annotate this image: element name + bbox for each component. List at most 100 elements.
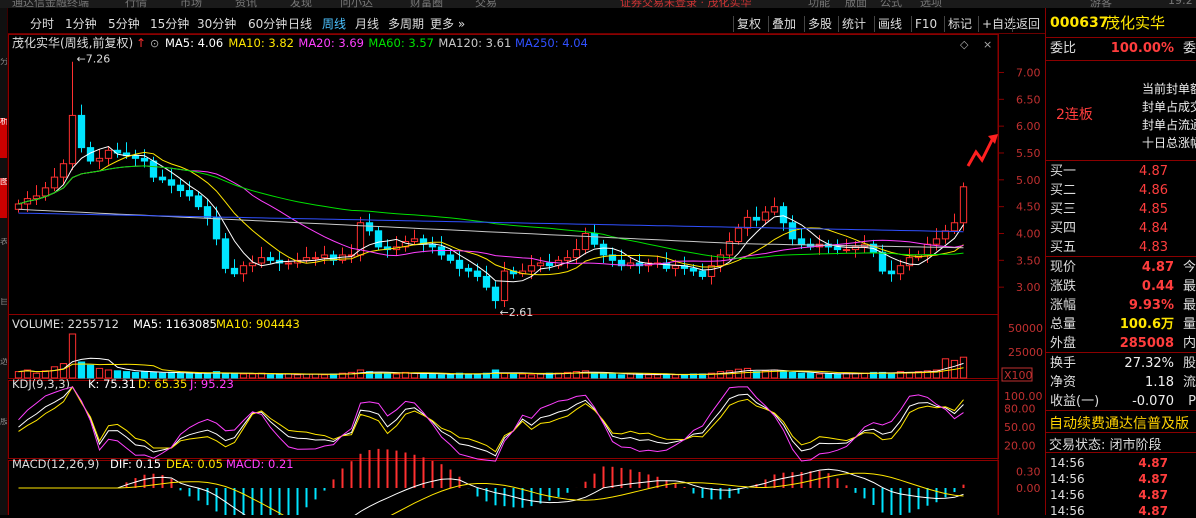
volume-bar [491,369,500,379]
ma-legend: MA120: 3.61 [438,36,511,50]
toolbar-button[interactable]: +自选 [978,16,1016,32]
top-menu-item[interactable]: 行情 [125,0,147,8]
top-menu-item[interactable]: 问小达 [340,0,373,8]
volume-bar [599,373,608,379]
toolbar-button[interactable]: 标记 [944,16,972,32]
macd-dea: DEA: 0.05 [166,457,223,471]
period-tab[interactable]: 更多 » [428,16,467,32]
toolbar-button[interactable]: 返回 [1012,16,1040,32]
candle-body [473,270,482,277]
left-tab[interactable]: 选 [0,358,7,398]
top-menu-item[interactable]: 市场 [180,0,202,8]
kdj-line [18,385,964,453]
toolbar-button[interactable]: 复权 [733,16,761,32]
top-menu-item[interactable]: 财富圈 [410,0,443,8]
period-tab[interactable]: 日线 [286,16,314,32]
bid-price: 4.84 [1139,221,1168,236]
period-tab[interactable]: 周线 [320,16,348,32]
high-marker: ←7.26 [77,53,111,66]
seal-note: 封单占流通 [1142,118,1196,132]
period-tab[interactable]: 月线 [353,16,381,32]
candle-body [932,238,941,245]
period-tab[interactable]: 多周期 [386,16,426,32]
top-menu-item[interactable]: 发现 [290,0,312,8]
candle-body [563,257,572,261]
candle-body [779,206,788,224]
top-menu-item[interactable]: 证券交易未登录 · 茂化实华 [620,0,752,8]
left-tab[interactable]: 图 [0,178,7,218]
ratio-row: 收益(一) -0.070 P [1050,393,1196,411]
chart-area[interactable]: 7.00 6.50 6.00 5.50 5.00 4.50 4.00 3.50 3.00 茂化实华… [8,34,1045,518]
tick-time: 14:56 [1050,488,1085,502]
stat-row: 外盘 285008 内 [1050,335,1196,353]
left-tab[interactable]: 股 [0,418,7,458]
top-menu-item[interactable]: 游客 [1090,0,1112,8]
dropdown-icon[interactable]: ⊙ [150,37,159,50]
tick-time: 14:56 [1050,456,1085,470]
ratio-row: 换手 27.32% 股 [1050,355,1196,373]
candle-body [158,176,167,181]
volume-bar [392,373,401,379]
candle-body [41,187,50,197]
toolbar-button[interactable]: F10 [911,16,937,32]
volume-bar [275,373,284,379]
top-menu-item[interactable]: 功能 [808,0,830,8]
period-tab[interactable]: 15分钟 [148,16,191,32]
left-tab[interactable]: 分 [0,58,7,98]
top-menu-item[interactable]: 交易 [475,0,497,8]
top-menu-item[interactable]: 19:2 [1168,0,1193,7]
renewal-banner[interactable]: 自动续费通达信普及版 [1049,413,1189,433]
candle-body [536,262,545,267]
period-tab[interactable]: 30分钟 [195,16,238,32]
tick-row: 14:56 4.87 [1050,503,1196,515]
toolbar-button[interactable]: 画线 [874,16,902,32]
candle-body [374,230,383,248]
candle-body [482,275,491,288]
period-tab[interactable]: 1分钟 [63,16,99,32]
period-tab[interactable]: 分时 [28,16,56,32]
volume-bar [959,356,968,379]
bid-price: 4.87 [1139,164,1168,179]
y-tick-label: 7.00 [1016,66,1041,79]
left-tab[interactable]: 表 [0,238,7,278]
candle-body [572,249,581,259]
period-tab[interactable]: 5分钟 [106,16,142,32]
left-tab[interactable]: 析 [0,118,7,158]
diamond-icon[interactable]: ◇ [960,38,969,51]
toolbar-button[interactable]: 多股 [804,16,832,32]
candle-body [500,270,509,302]
seal-note: 当前封单额 [1142,82,1196,96]
top-menu-item[interactable]: 选项 [920,0,942,8]
left-side-tabs[interactable]: 分析图表自选股 [0,8,8,515]
volume-ma10: MA10: 904443 [216,317,300,331]
candle-body [77,114,86,149]
bid-row: 买三 4.85 [1050,201,1196,219]
top-menu-item[interactable]: 资讯 [235,0,257,8]
kline-chart[interactable]: 7.00 6.50 6.00 5.50 5.00 4.50 4.00 3.50 3.00 茂化实华… [8,34,1045,518]
period-tab[interactable]: 60分钟 [246,16,289,32]
y-tick-label: 25000 [1008,346,1043,359]
top-menu-item[interactable]: 版面 [845,0,867,8]
toolbar-button[interactable]: 叠加 [768,16,796,32]
candle-body [410,238,419,243]
top-menu-item[interactable]: 公式 [880,0,902,8]
volume-bar [284,373,293,379]
volume-bar [428,373,437,379]
macd-value: MACD: 0.21 [226,457,294,471]
candle-body [464,267,473,272]
stat-label: 涨跌 [1050,279,1077,294]
y-tick-label: 4.50 [1016,201,1041,214]
candle-body [770,206,779,213]
weibi-suffix: 委 [1182,41,1196,56]
volume-bar [887,372,896,379]
volume-bar [671,374,680,379]
left-tab[interactable]: 自 [0,298,7,338]
volume-bar [248,373,257,379]
volume-bar [626,373,635,379]
y-tick-label: 80.00 [1004,403,1036,416]
kdj-j: J: 95.23 [189,377,234,391]
toolbar-button[interactable]: 统计 [838,16,866,32]
ratio-label: 换手 [1050,356,1077,371]
close-icon[interactable]: × [983,38,992,51]
top-menu-item[interactable]: 通达信金融终端 [12,0,89,8]
